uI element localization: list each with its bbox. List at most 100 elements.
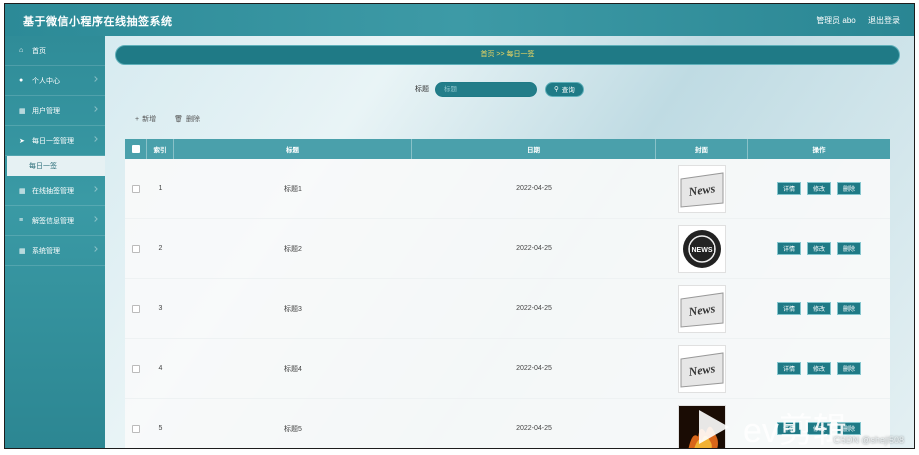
row-checkbox[interactable] — [132, 304, 140, 313]
sidebar-item-daily[interactable]: ➤ 每日一签管理 — [5, 126, 105, 156]
row-title: 标题2 — [284, 245, 302, 253]
sidebar-item-label: 个人中心 — [32, 77, 60, 85]
row-delete-button[interactable]: 删除 — [837, 362, 862, 375]
row-check-cell — [125, 159, 147, 218]
sidebar-item-users[interactable]: ▦ 用户管理 — [5, 96, 105, 126]
chevron-down-icon — [92, 76, 98, 82]
row-index: 2 — [158, 245, 163, 252]
row-check-cell — [125, 279, 147, 338]
sidebar-item-profile[interactable]: ● 个人中心 — [5, 66, 105, 96]
edit-button[interactable]: 修改 — [806, 302, 831, 315]
chevron-down-icon — [92, 246, 98, 252]
sidebar-subitem-daily[interactable]: 每日一签 — [7, 156, 105, 176]
grid-icon: ▦ — [19, 247, 26, 255]
row-delete-button[interactable]: 删除 — [837, 302, 862, 315]
delete-button-label: 删除 — [185, 116, 200, 123]
sidebar-item-draw[interactable]: ▦ 在线抽签管理 — [5, 176, 105, 206]
sidebar: ⌂ 首页 ● 个人中心 ▦ 用户管理 ➤ 每日一签管理 每日一签 ▦ 在线抽签管… — [5, 36, 105, 448]
row-cover-cell: News — [656, 159, 748, 218]
search-label: 标题 — [415, 86, 429, 93]
grid-icon: ▦ — [19, 187, 26, 195]
row-date: 2022-04-25 — [516, 425, 552, 432]
row-index: 5 — [158, 425, 163, 432]
delete-button[interactable]: 🗑 删除 — [174, 114, 200, 124]
row-cover-cell: News — [656, 339, 748, 398]
chevron-down-icon — [92, 136, 98, 142]
edit-button[interactable]: 修改 — [806, 242, 831, 255]
row-delete-button[interactable]: 删除 — [837, 242, 862, 255]
row-index: 3 — [158, 305, 163, 312]
cover-image: NEWS — [678, 224, 726, 273]
header-title: 标题 — [174, 139, 412, 159]
row-delete-button[interactable]: 删除 — [837, 182, 862, 195]
detail-button[interactable]: 详情 — [776, 362, 801, 375]
row-ops: 详情 修改 删除 — [748, 339, 890, 398]
sidebar-item-home[interactable]: ⌂ 首页 — [5, 36, 105, 66]
select-all-checkbox[interactable] — [131, 145, 140, 153]
user-label: 管理员 abo — [816, 16, 856, 25]
trash-icon: 🗑 — [174, 116, 183, 123]
action-row: + 新增 🗑 删除 — [135, 114, 218, 124]
row-cover-cell: News — [656, 279, 748, 338]
search-button[interactable]: ⚲ 查询 — [545, 81, 584, 97]
table-row: 4 标题4 2022-04-25 News 详情 修改 删除 — [125, 339, 890, 399]
table-row: 2 标题2 2022-04-25 NEWS 详情 修改 删除 — [125, 219, 890, 279]
cover-image: News — [678, 284, 726, 333]
row-checkbox[interactable] — [132, 424, 140, 433]
sidebar-item-interpret[interactable]: ≡ 解签信息管理 — [5, 206, 105, 236]
row-ops: 详情 修改 删除 — [748, 219, 890, 278]
row-index: 1 — [158, 185, 163, 192]
app-window: 基于微信小程序在线抽签系统 管理员 abo 退出登录 ⌂ 首页 ● 个人中心 ▦… — [4, 3, 915, 449]
edit-button[interactable]: 修改 — [806, 182, 831, 195]
main-content: 首页 >> 每日一签 标题 ⚲ 查询 + 新增 🗑 删除 — [105, 36, 914, 448]
cover-image: News — [678, 344, 726, 393]
header-cover: 封面 — [656, 139, 748, 159]
row-checkbox[interactable] — [132, 184, 140, 193]
watermark: CSDN @sheji508 — [833, 435, 904, 445]
sidebar-item-label: 用户管理 — [32, 107, 60, 115]
sidebar-item-label: 在线抽签管理 — [32, 187, 74, 195]
search-button-label: 查询 — [561, 87, 575, 94]
row-title: 标题5 — [284, 425, 302, 433]
breadcrumb: 首页 >> 每日一签 — [115, 45, 900, 65]
logout-link[interactable]: 退出登录 — [868, 16, 900, 25]
row-title: 标题4 — [284, 365, 302, 373]
sidebar-item-system[interactable]: ▦ 系统管理 — [5, 236, 105, 266]
row-date: 2022-04-25 — [516, 305, 552, 312]
row-check-cell — [125, 219, 147, 278]
sidebar-item-label: 首页 — [32, 47, 46, 55]
table-header: 索引 标题 日期 封面 操作 — [125, 139, 890, 159]
cover-image: News — [678, 164, 726, 213]
search-input[interactable] — [435, 81, 537, 97]
user-area: 管理员 abo 退出登录 — [806, 15, 900, 26]
cover-text: NEWS — [692, 247, 713, 254]
add-button[interactable]: + 新增 — [135, 114, 156, 124]
row-index: 4 — [158, 365, 163, 372]
list-icon: ≡ — [19, 217, 24, 224]
chevron-down-icon — [92, 216, 98, 222]
detail-button[interactable]: 详情 — [776, 302, 801, 315]
search-icon: ⚲ — [554, 86, 559, 93]
row-title: 标题3 — [284, 305, 302, 313]
table-row: 1 标题1 2022-04-25 News 详情 修改 删除 — [125, 159, 890, 219]
row-check-cell — [125, 399, 147, 448]
home-icon: ⌂ — [19, 47, 24, 54]
top-bar: 基于微信小程序在线抽签系统 管理员 abo 退出登录 — [5, 4, 914, 36]
row-date: 2022-04-25 — [516, 245, 552, 252]
row-checkbox[interactable] — [132, 244, 140, 253]
sidebar-item-label: 解签信息管理 — [32, 217, 74, 225]
row-checkbox[interactable] — [132, 364, 140, 373]
edit-button[interactable]: 修改 — [806, 362, 831, 375]
row-check-cell — [125, 339, 147, 398]
row-title: 标题1 — [284, 185, 302, 193]
building-icon: ▦ — [19, 107, 26, 115]
detail-button[interactable]: 详情 — [776, 182, 801, 195]
row-ops: 详情 修改 删除 — [748, 159, 890, 218]
header-ops: 操作 — [812, 147, 826, 154]
table-row: 3 标题3 2022-04-25 News 详情 修改 删除 — [125, 279, 890, 339]
header-index: 索引 — [147, 139, 174, 159]
detail-button[interactable]: 详情 — [776, 242, 801, 255]
plus-icon: + — [135, 115, 140, 123]
user-icon: ● — [19, 77, 24, 84]
row-ops: 详情 修改 删除 — [748, 279, 890, 338]
